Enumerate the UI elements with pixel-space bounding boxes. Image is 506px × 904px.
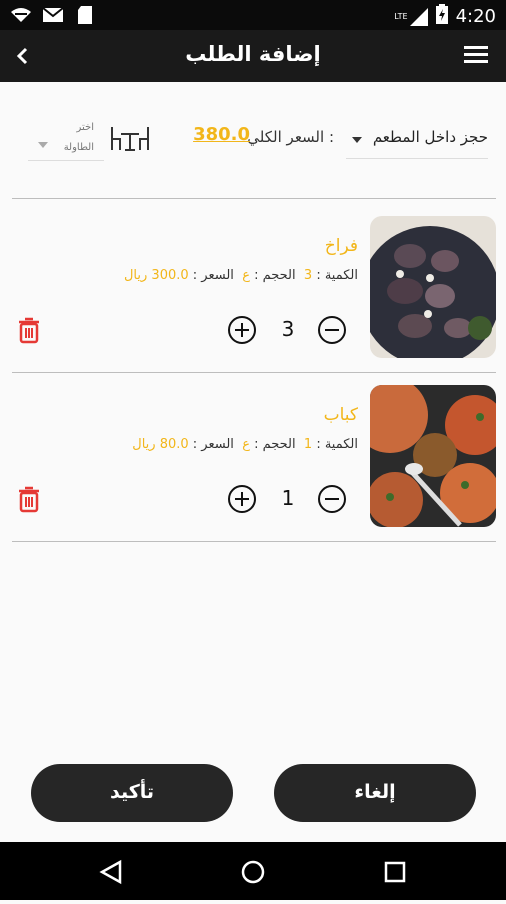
lte-icon: LTE bbox=[394, 7, 428, 26]
dine-in-label: حجز داخل المطعم bbox=[372, 128, 488, 146]
confirm-button[interactable]: تأكيد bbox=[31, 764, 233, 822]
order-item: فراخ الكمية : 3 الحجم : ع السعر : 300.0 … bbox=[0, 216, 506, 366]
cancel-button[interactable]: إلغاء bbox=[274, 764, 476, 822]
size-label: الحجم : bbox=[254, 437, 296, 452]
quantity-stepper: 1 bbox=[228, 485, 348, 515]
nav-back-icon[interactable] bbox=[99, 859, 122, 885]
wifi-icon bbox=[10, 6, 32, 24]
minus-icon[interactable] bbox=[318, 485, 346, 513]
price-value: 80.0 ريال bbox=[132, 437, 189, 452]
price-label: السعر : bbox=[192, 268, 234, 283]
divider bbox=[12, 372, 496, 373]
battery-icon bbox=[435, 4, 448, 29]
quantity-label: الكمية : bbox=[316, 268, 358, 283]
food-image bbox=[370, 385, 496, 527]
nav-recents-icon[interactable] bbox=[384, 861, 406, 883]
size-value: ع bbox=[242, 268, 250, 283]
total-value: 380.0 bbox=[193, 124, 250, 145]
system-nav-bar bbox=[0, 842, 506, 900]
quantity-value: 3 bbox=[303, 268, 313, 283]
table-select-line1: اختر bbox=[76, 122, 95, 133]
item-details: الكمية : 3 الحجم : ع السعر : 300.0 ريال bbox=[124, 268, 358, 283]
plus-icon[interactable] bbox=[228, 316, 256, 344]
status-bar: LTE 4:20 bbox=[0, 0, 506, 30]
dine-in-dropdown[interactable]: حجز داخل المطعم bbox=[346, 124, 488, 159]
stepper-value: 3 bbox=[281, 317, 295, 341]
divider bbox=[12, 541, 496, 542]
total-label: السعر الكلي : bbox=[247, 128, 334, 146]
chevron-down-icon bbox=[352, 137, 362, 143]
order-item: كباب الكمية : 1 الحجم : ع السعر : 80.0 ر… bbox=[0, 385, 506, 535]
quantity-stepper: 3 bbox=[228, 316, 348, 346]
size-value: ع bbox=[242, 437, 250, 452]
divider bbox=[12, 198, 496, 199]
item-name: فراخ bbox=[324, 236, 358, 256]
quantity-value: 1 bbox=[303, 437, 313, 452]
trash-icon[interactable] bbox=[16, 316, 42, 344]
sd-card-icon bbox=[74, 6, 96, 24]
chevron-down-icon bbox=[38, 142, 48, 148]
trash-icon[interactable] bbox=[16, 485, 42, 513]
item-name: كباب bbox=[323, 405, 358, 425]
stepper-value: 1 bbox=[281, 486, 295, 510]
size-label: الحجم : bbox=[254, 268, 296, 283]
plus-icon[interactable] bbox=[228, 485, 256, 513]
price-value: 300.0 ريال bbox=[123, 268, 189, 283]
table-icon bbox=[108, 124, 152, 154]
page-title: إضافة الطلب bbox=[185, 42, 321, 66]
price-label: السعر : bbox=[192, 437, 234, 452]
minus-icon[interactable] bbox=[318, 316, 346, 344]
quantity-label: الكمية : bbox=[316, 437, 358, 452]
mail-icon bbox=[42, 6, 64, 24]
table-select-dropdown[interactable]: اختر الطاولة bbox=[28, 120, 104, 161]
order-header: حجز داخل المطعم السعر الكلي : 380.0 اختر… bbox=[0, 110, 506, 170]
item-details: الكمية : 1 الحجم : ع السعر : 80.0 ريال bbox=[132, 437, 358, 452]
food-image bbox=[370, 216, 496, 358]
status-time: 4:20 bbox=[455, 6, 496, 27]
table-select-line2: الطاولة bbox=[63, 142, 94, 153]
app-bar: إضافة الطلب bbox=[0, 30, 506, 82]
menu-icon[interactable] bbox=[464, 46, 488, 66]
nav-home-icon[interactable] bbox=[241, 860, 265, 884]
